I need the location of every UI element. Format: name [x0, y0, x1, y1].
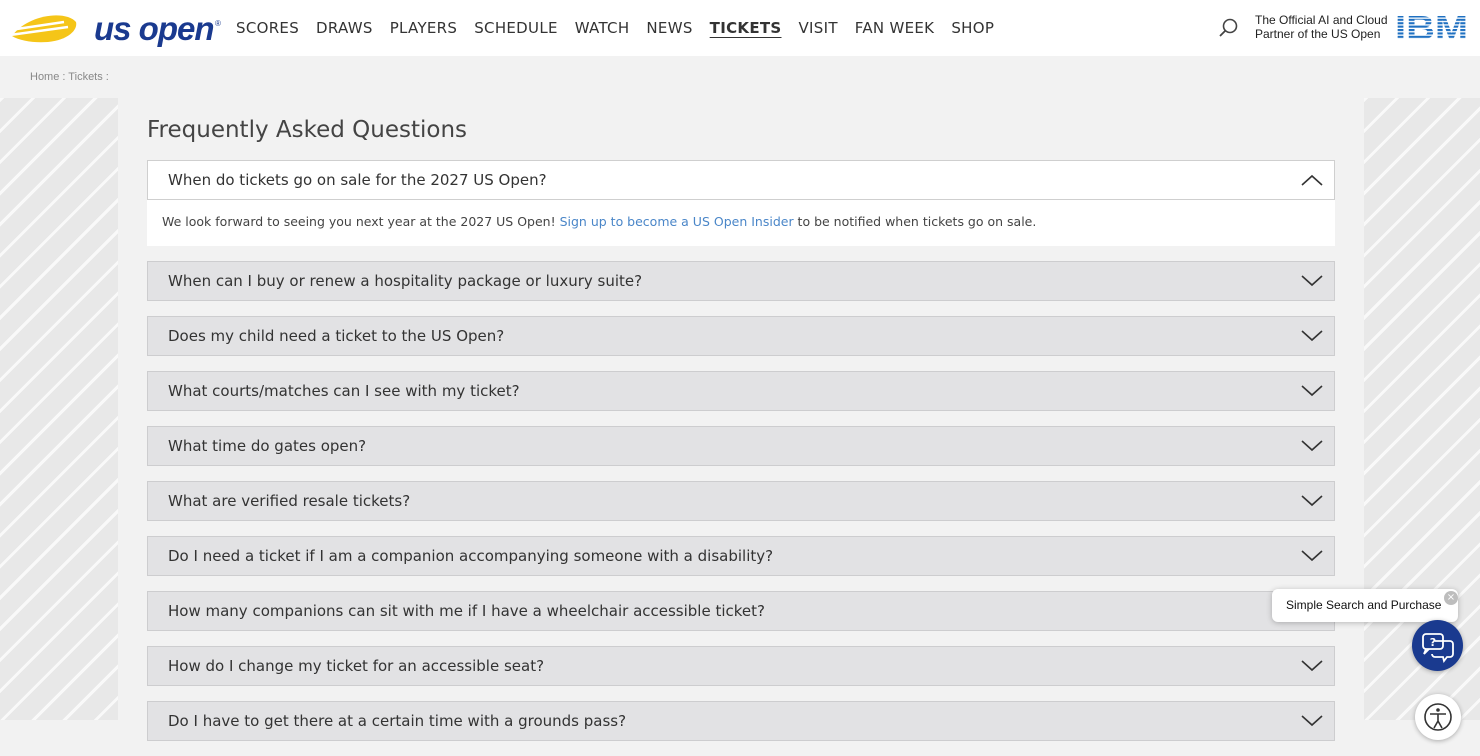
ibm-partner-text: The Official AI and Cloud Partner of the…	[1255, 13, 1395, 41]
answer-text-after: to be notified when tickets go on sale.	[793, 214, 1037, 229]
faq-item[interactable]: When can I buy or renew a hospitality pa…	[147, 261, 1335, 301]
breadcrumb-bar: Home : Tickets :	[0, 56, 1480, 98]
answer-text-before: We look forward to seeing you next year …	[162, 214, 560, 229]
faq-item[interactable]: What time do gates open?	[147, 426, 1335, 466]
faq-question: What are verified resale tickets?	[168, 492, 411, 510]
faq-question: How do I change my ticket for an accessi…	[168, 657, 545, 675]
nav-item-watch[interactable]: WATCH	[575, 19, 630, 37]
chevron-down-icon[interactable]	[1300, 494, 1324, 508]
search-button[interactable]	[1217, 16, 1241, 40]
tennis-ball-swoosh-icon	[9, 15, 77, 43]
faq-question: When do tickets go on sale for the 2027 …	[168, 171, 547, 189]
accessibility-icon	[1424, 703, 1452, 731]
faq-item[interactable]: Do I have to get there at a certain time…	[147, 701, 1335, 741]
chat-tooltip[interactable]: Simple Search and Purchase	[1272, 589, 1458, 622]
chevron-down-icon[interactable]	[1300, 439, 1324, 453]
chevron-down-icon[interactable]	[1300, 274, 1324, 288]
faq-item[interactable]: How many companions can sit with me if I…	[147, 591, 1335, 631]
nav-item-visit[interactable]: VISIT	[799, 19, 838, 37]
faq-list: When do tickets go on sale for the 2027 …	[147, 160, 1335, 756]
faq-item[interactable]: Do I need a ticket if I am a companion a…	[147, 536, 1335, 576]
registered-mark: ®	[215, 19, 221, 28]
nav-item-shop[interactable]: SHOP	[951, 19, 994, 37]
chevron-down-icon[interactable]	[1300, 329, 1324, 343]
logo-wordmark: us open	[94, 10, 215, 47]
main-nav: SCORES DRAWS PLAYERS SCHEDULE WATCH NEWS TICKE…	[236, 0, 1011, 56]
faq-answer: We look forward to seeing you next year …	[147, 200, 1335, 246]
faq-question: What time do gates open?	[168, 437, 367, 455]
faq-question: Do I need a ticket if I am a companion a…	[168, 547, 774, 565]
faq-question: How many companions can sit with me if I…	[168, 602, 765, 620]
faq-question: Do I have to get there at a certain time…	[168, 712, 627, 730]
chat-bubbles-icon: ?	[1422, 633, 1454, 664]
nav-item-schedule[interactable]: SCHEDULE	[474, 19, 558, 37]
nav-item-fan-week[interactable]: FAN WEEK	[855, 19, 935, 37]
faq-item[interactable]: Does my child need a ticket to the US Op…	[147, 316, 1335, 356]
insider-signup-link[interactable]: Sign up to become a US Open Insider	[560, 214, 794, 229]
search-icon	[1219, 18, 1238, 37]
ibm-logo-text: IBM	[1395, 12, 1468, 42]
us-open-logo[interactable]: us open ®	[8, 8, 221, 48]
partner-line-2: Partner of the US Open	[1255, 27, 1381, 41]
faq-question: When can I buy or renew a hospitality pa…	[168, 272, 643, 290]
nav-item-tickets[interactable]: TICKETS	[710, 19, 782, 37]
faq-item[interactable]: What are verified resale tickets?	[147, 481, 1335, 521]
ibm-logo[interactable]: IBM	[1395, 12, 1469, 42]
svg-text:?: ?	[1430, 636, 1436, 649]
faq-item-open[interactable]: When do tickets go on sale for the 2027 …	[147, 160, 1335, 200]
site-header: us open ® SCORES DRAWS PLAYERS SCHEDULE WATC…	[0, 0, 1480, 56]
chevron-down-icon[interactable]	[1300, 549, 1324, 563]
partner-line-1: The Official AI and Cloud	[1255, 13, 1388, 27]
nav-item-news[interactable]: NEWS	[646, 19, 692, 37]
chat-tooltip-close-button[interactable]: ×	[1444, 591, 1458, 605]
faq-title: Frequently Asked Questions	[147, 117, 468, 143]
faq-question: Does my child need a ticket to the US Op…	[168, 327, 505, 345]
breadcrumb[interactable]: Home : Tickets :	[30, 71, 109, 83]
chevron-down-icon[interactable]	[1300, 714, 1324, 728]
accessibility-button[interactable]	[1415, 694, 1461, 740]
chat-button[interactable]: ?	[1412, 620, 1463, 671]
nav-item-players[interactable]: PLAYERS	[390, 19, 458, 37]
left-decorative-panel	[0, 98, 118, 720]
faq-section: Frequently Asked Questions When do ticke…	[118, 98, 1364, 741]
chevron-down-icon[interactable]	[1300, 384, 1324, 398]
faq-item[interactable]: How do I change my ticket for an accessi…	[147, 646, 1335, 686]
chevron-down-icon[interactable]	[1300, 659, 1324, 673]
nav-item-scores[interactable]: SCORES	[236, 19, 299, 37]
nav-item-draws[interactable]: DRAWS	[316, 19, 373, 37]
faq-question: What courts/matches can I see with my ti…	[168, 382, 520, 400]
chevron-up-icon[interactable]	[1300, 173, 1324, 187]
faq-item[interactable]: What courts/matches can I see with my ti…	[147, 371, 1335, 411]
